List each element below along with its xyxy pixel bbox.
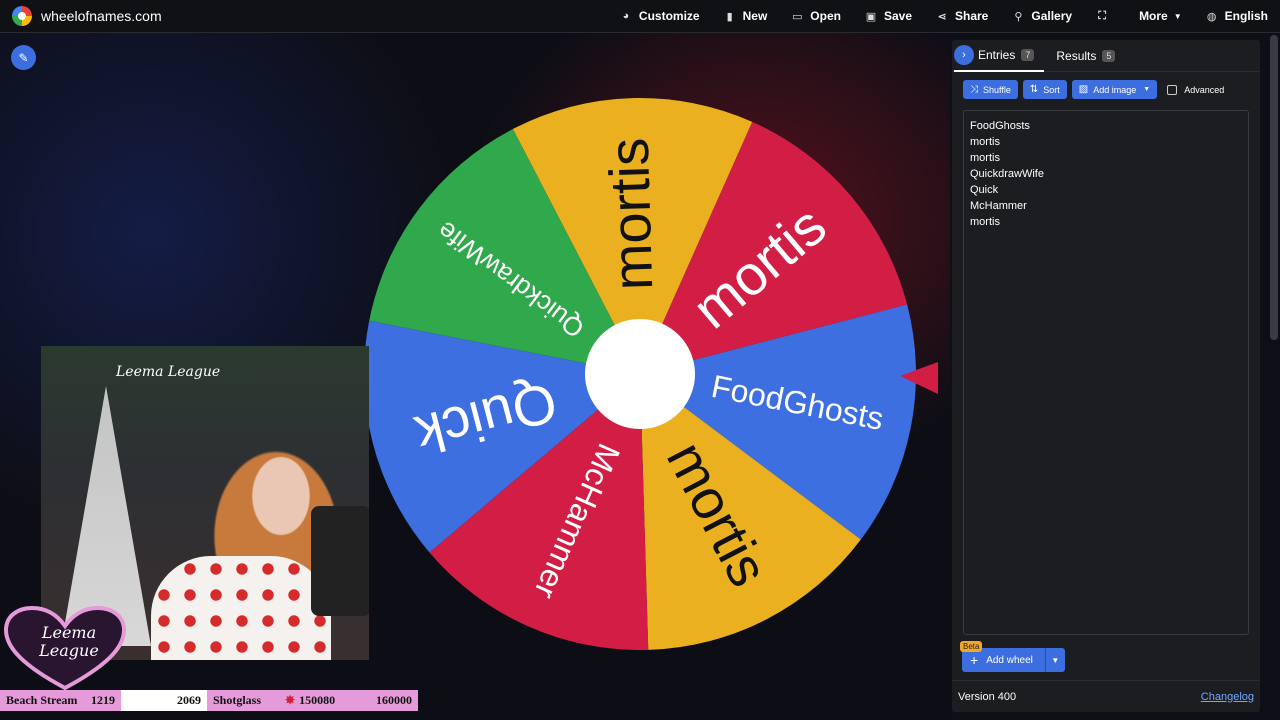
entry-line: mortis bbox=[970, 152, 1000, 164]
entry-line: QuickdrawWife bbox=[970, 168, 1044, 180]
entry-line: FoodGhosts bbox=[970, 120, 1030, 132]
pencil-icon: ✎ bbox=[18, 50, 29, 65]
beach-stream-target: 2069 bbox=[121, 690, 207, 711]
tab-results[interactable]: Results 5 bbox=[1056, 40, 1125, 72]
changelog-link[interactable]: Changelog bbox=[1201, 691, 1254, 703]
add-image-label: Add image bbox=[1093, 84, 1137, 95]
share-icon: ⋖ bbox=[937, 10, 947, 23]
badge-line-1: Leema bbox=[41, 623, 97, 642]
wheel-logo-icon bbox=[12, 6, 32, 26]
main-nav: ◕ Customize ▮ New ▭ Open ▣ Save ⋖ Share ⚲ Gall… bbox=[608, 0, 1280, 33]
site-title: wheelofnames.com bbox=[41, 8, 162, 24]
star-icon: ✸ bbox=[285, 693, 296, 707]
top-bar: wheelofnames.com ◕ Customize ▮ New ▭ Open ▣… bbox=[0, 0, 1280, 33]
entry-line: McHammer bbox=[970, 200, 1027, 212]
add-wheel-group: Beta + Add wheel ▼ bbox=[960, 641, 1065, 672]
entries-textarea[interactable]: FoodGhosts mortis mortis QuickdrawWife Q… bbox=[963, 110, 1249, 635]
floppy-icon: ▣ bbox=[865, 10, 877, 23]
plus-icon: + bbox=[970, 652, 979, 668]
more-button[interactable]: More ▼ bbox=[1127, 0, 1194, 33]
entry-line: mortis bbox=[970, 216, 1000, 228]
customize-button[interactable]: ◕ Customize bbox=[608, 0, 712, 33]
beach-stream-goal-value: 2069 bbox=[177, 693, 201, 707]
entry-line: Quick bbox=[970, 184, 999, 196]
entries-count-badge: 7 bbox=[1021, 48, 1035, 61]
wheel[interactable]: mortis mortis FoodGhosts mortis McHammer Quic… bbox=[363, 97, 917, 651]
badge-text: Leema League bbox=[24, 624, 114, 660]
share-label: Share bbox=[955, 9, 989, 23]
open-button[interactable]: ▭ Open bbox=[779, 0, 853, 33]
page-scrollbar[interactable] bbox=[1270, 35, 1278, 340]
chevron-right-icon[interactable]: › bbox=[954, 44, 974, 65]
beach-stream-goal: Beach Stream 1219 bbox=[0, 690, 121, 711]
add-wheel-dropdown-button[interactable]: ▼ bbox=[1044, 648, 1065, 672]
logo[interactable]: wheelofnames.com bbox=[12, 6, 162, 26]
sort-label: Sort bbox=[1043, 84, 1060, 95]
fullscreen-button[interactable]: ⛶ bbox=[1084, 0, 1127, 33]
beach-stream-value: 1219 bbox=[91, 693, 115, 707]
customize-label: Customize bbox=[638, 9, 700, 23]
advanced-checkbox[interactable] bbox=[1167, 84, 1178, 95]
gallery-label: Gallery bbox=[1031, 9, 1073, 23]
shotglass-goal: Shotglass ✸ 150080 160000 bbox=[207, 690, 418, 711]
wheel-svg[interactable]: mortis mortisFoodGhostsmortisMcHammerQuic… bbox=[363, 97, 917, 651]
file-icon: ▮ bbox=[726, 10, 733, 23]
gallery-button[interactable]: ⚲ Gallery bbox=[1000, 0, 1084, 33]
shuffle-icon: ⤨ bbox=[970, 84, 978, 95]
more-label: More bbox=[1139, 9, 1168, 23]
streamer-outfit bbox=[151, 556, 331, 660]
chevron-down-icon: ▼ bbox=[1051, 655, 1060, 665]
folder-icon: ▭ bbox=[792, 10, 803, 23]
tab-results-label: Results bbox=[1056, 48, 1097, 63]
new-label: New bbox=[742, 9, 768, 23]
share-button[interactable]: ⋖ Share bbox=[924, 0, 1000, 33]
search-icon: ⚲ bbox=[1014, 10, 1023, 23]
stream-goal-bar: Beach Stream 1219 2069 Shotglass ✸ 15008… bbox=[0, 690, 418, 711]
image-icon: ▨ bbox=[1078, 84, 1089, 95]
open-label: Open bbox=[810, 9, 841, 23]
shuffle-label: Shuffle bbox=[983, 84, 1011, 95]
advanced-label: Advanced bbox=[1184, 84, 1225, 95]
chevron-down-icon: ▼ bbox=[1173, 11, 1182, 21]
entries-toolbar: ⤨ Shuffle ⇅ Sort ▨ Add image ▼ Advanced bbox=[963, 80, 1260, 99]
advanced-toggle[interactable]: Advanced bbox=[1167, 84, 1225, 95]
microphone bbox=[311, 506, 369, 616]
shotglass-value: 150080 bbox=[299, 693, 336, 707]
entry-line: mortis bbox=[970, 136, 1000, 148]
sort-icon: ⇅ bbox=[1029, 84, 1039, 95]
palette-icon: ◕ bbox=[622, 10, 630, 22]
tab-entries-label: Entries bbox=[978, 47, 1016, 62]
shuffle-button[interactable]: ⤨ Shuffle bbox=[963, 80, 1018, 99]
save-label: Save bbox=[883, 9, 912, 23]
beach-stream-label: Beach Stream bbox=[6, 693, 78, 707]
add-wheel-label: Add wheel bbox=[986, 654, 1033, 666]
new-button[interactable]: ▮ New bbox=[712, 0, 780, 33]
shotglass-label: Shotglass bbox=[213, 693, 262, 707]
sort-button[interactable]: ⇅ Sort bbox=[1022, 80, 1067, 99]
panel-footer: Version 400 Changelog bbox=[952, 680, 1260, 712]
globe-icon: ◍ bbox=[1206, 10, 1217, 23]
results-count-badge: 5 bbox=[1102, 49, 1116, 62]
wheel-segment-label: mortis bbox=[597, 137, 665, 291]
add-image-button[interactable]: ▨ Add image ▼ bbox=[1071, 80, 1158, 99]
hand-cursor-icon: ☝ bbox=[626, 375, 635, 391]
version-text: Version 400 bbox=[958, 690, 1017, 703]
badge-line-2: League bbox=[39, 641, 99, 660]
panel-tabs: › Entries 7 Results 5 bbox=[952, 40, 1260, 72]
wheel-pointer-icon bbox=[900, 362, 938, 394]
wheel-center-hub[interactable] bbox=[585, 319, 695, 429]
leema-league-badge: Leema League bbox=[3, 605, 127, 691]
language-label: English bbox=[1224, 9, 1268, 23]
neon-sign: Leema League bbox=[116, 364, 221, 380]
beta-badge: Beta bbox=[960, 641, 983, 652]
language-button[interactable]: ◍ English bbox=[1194, 0, 1280, 33]
entries-panel: › Entries 7 Results 5 ⤨ Shuffle ⇅ Sort ▨ Ad… bbox=[952, 40, 1260, 712]
chevron-down-icon: ▼ bbox=[1143, 86, 1151, 93]
fullscreen-icon: ⛶ bbox=[1098, 9, 1106, 22]
save-button[interactable]: ▣ Save bbox=[853, 0, 924, 33]
edit-pencil-button[interactable]: ✎ bbox=[11, 45, 36, 70]
tab-entries[interactable]: › Entries 7 bbox=[954, 40, 1045, 72]
shotglass-goal-value: 160000 bbox=[376, 693, 412, 707]
